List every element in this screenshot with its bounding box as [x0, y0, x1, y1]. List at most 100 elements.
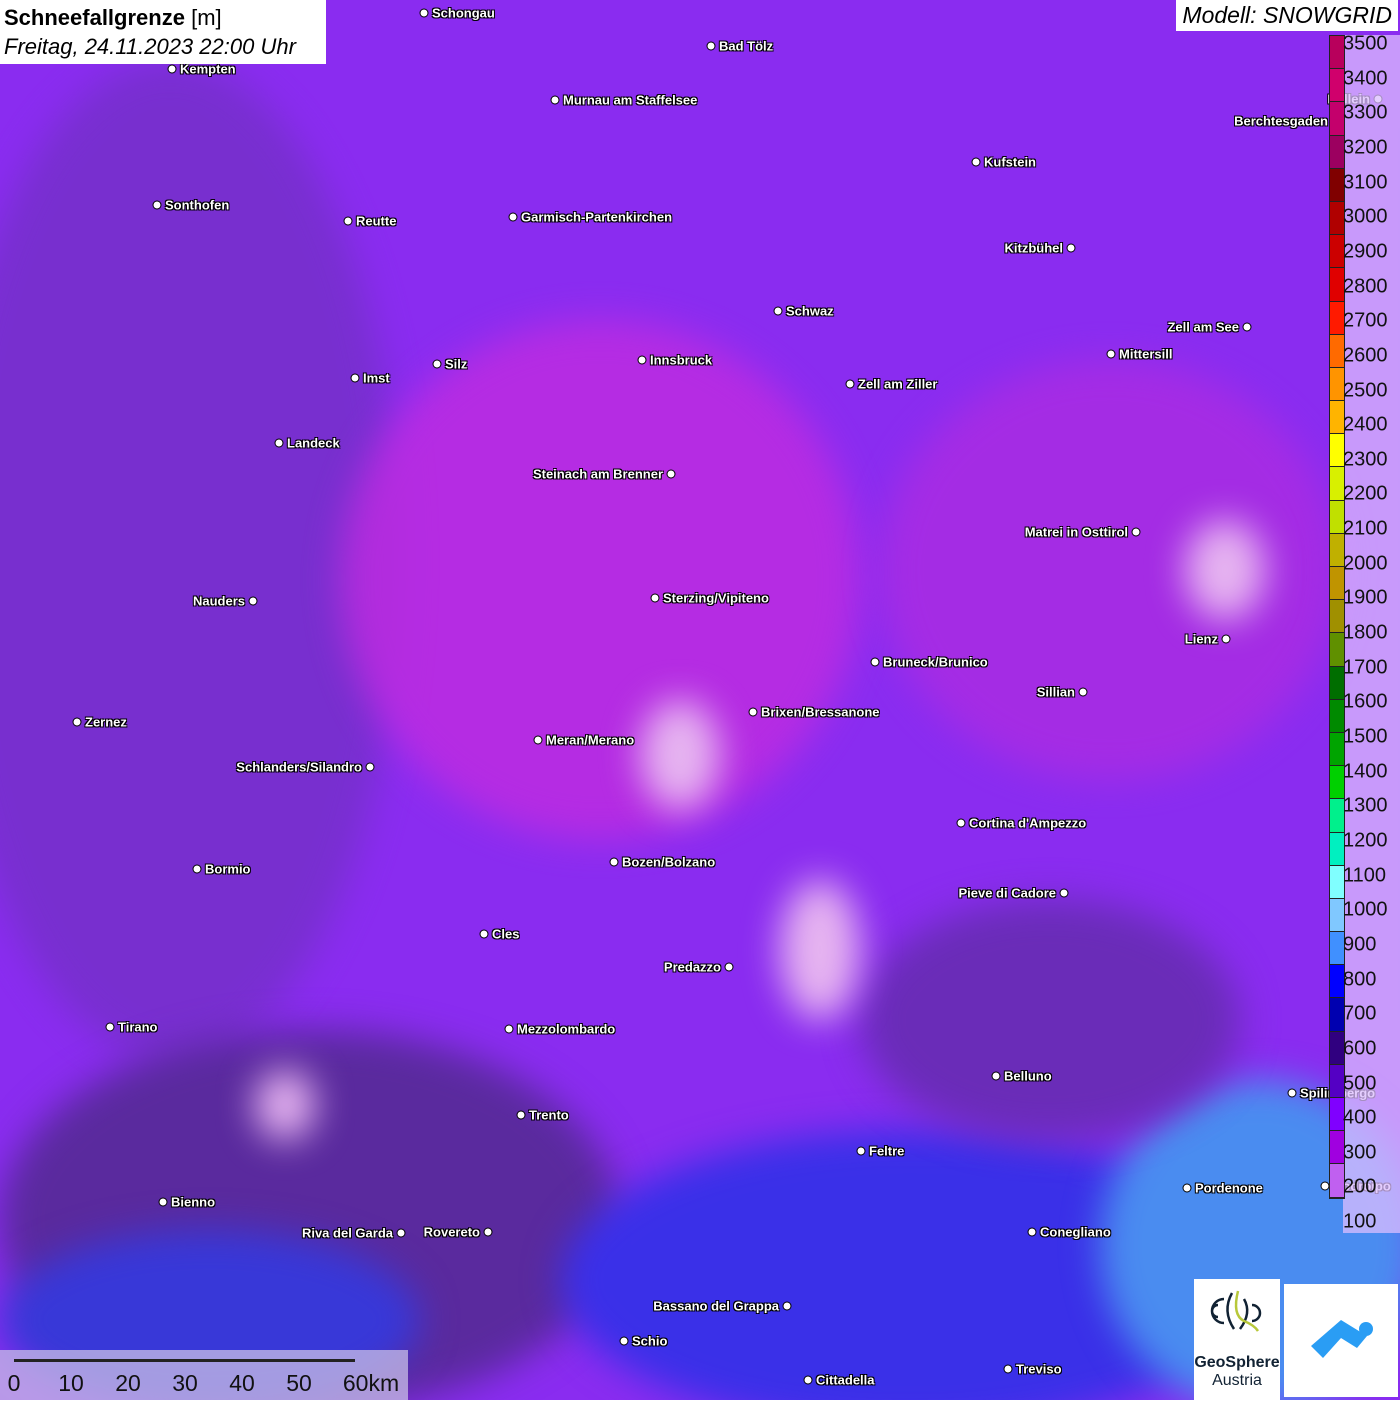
city-marker: [1287, 1088, 1297, 1098]
city-marker: [724, 962, 734, 972]
city-label: Bienno: [171, 1194, 216, 1210]
city-label: Belluno: [1004, 1068, 1052, 1084]
legend-swatch: [1330, 799, 1344, 833]
city-marker: [248, 596, 258, 606]
city-label: Garmisch-Partenkirchen: [521, 209, 673, 225]
city-label: Cortina d'Ampezzo: [969, 815, 1087, 831]
city-marker: [1003, 1364, 1013, 1374]
city-marker: [971, 157, 981, 167]
city-marker: [550, 95, 560, 105]
city-label: Tirano: [118, 1019, 158, 1035]
city-marker: [72, 717, 82, 727]
legend-swatch: [1330, 168, 1344, 202]
scale-tick-label: 50: [286, 1370, 312, 1396]
legend-label: 1800: [1343, 621, 1388, 644]
map-area: [640, 700, 720, 810]
legend-label: 900: [1343, 933, 1377, 956]
city-label: Schlanders/Silandro: [236, 759, 362, 775]
legend-label: 1200: [1343, 829, 1388, 852]
city-label: Trento: [529, 1107, 569, 1123]
legend-label: 3400: [1343, 67, 1388, 90]
legend-label: 3300: [1343, 101, 1388, 124]
legend-swatch: [1330, 1098, 1344, 1132]
legend-label: 1600: [1343, 690, 1388, 713]
city-label: Murnau am Staffelsee: [563, 92, 698, 108]
geosphere-logo: GeoSphere Austria: [1194, 1279, 1280, 1400]
city-marker: [956, 818, 966, 828]
city-label: Innsbruck: [650, 352, 713, 368]
city-marker: [637, 355, 647, 365]
city-label: Kitzbühel: [1004, 240, 1064, 256]
legend-swatch: [1330, 401, 1344, 435]
legend-label: 2600: [1343, 344, 1388, 367]
city-label: Mittersill: [1119, 346, 1173, 362]
legend-label: 1400: [1343, 760, 1388, 783]
city-label: Mezzolombardo: [517, 1021, 616, 1037]
legend-label: 2700: [1343, 309, 1388, 332]
legend-swatch: [1330, 268, 1344, 302]
city-marker: [432, 359, 442, 369]
legend-label: 400: [1343, 1106, 1377, 1129]
map-title-box: Schneefallgrenze [m] Freitag, 24.11.2023…: [0, 0, 326, 64]
datetime: Freitag, 24.11.2023 22:00 Uhr: [4, 34, 296, 59]
city-marker: [533, 735, 543, 745]
city-label: Zernez: [85, 714, 127, 730]
logo-text-2: Austria: [1212, 1372, 1262, 1389]
legend-swatch: [1330, 201, 1344, 236]
city-marker: [192, 864, 202, 874]
legend-label: 600: [1343, 1037, 1377, 1060]
city-marker: [706, 41, 716, 51]
city-label: Feltre: [869, 1143, 905, 1159]
legend-label: 2500: [1343, 379, 1388, 401]
city-label: Lienz: [1184, 631, 1218, 647]
city-label: Bozen/Bolzano: [622, 854, 716, 870]
legend-swatch: [1330, 36, 1344, 70]
city-marker: [845, 379, 855, 389]
city-label: Sillian: [1036, 684, 1075, 700]
legend-label: 300: [1343, 1141, 1377, 1164]
legend-label: 1900: [1343, 586, 1388, 609]
city-marker: [619, 1336, 629, 1346]
legend-label: 200: [1343, 1175, 1377, 1198]
city-marker: [1027, 1227, 1037, 1237]
city-label: Predazzo: [663, 959, 721, 975]
city-marker: [1059, 888, 1069, 898]
legend-swatch: [1330, 699, 1344, 733]
city-marker: [1106, 349, 1116, 359]
city-label: Reutte: [356, 213, 397, 229]
city-marker: [650, 593, 660, 603]
scale-tick-label: 20: [115, 1370, 141, 1396]
city-marker: [274, 438, 284, 448]
map-area: [780, 880, 860, 1020]
map-area: [340, 320, 860, 840]
legend-swatch: [1330, 1131, 1344, 1165]
legend-swatch: [1330, 666, 1344, 700]
legend-swatch: [1330, 732, 1344, 767]
legend-swatch: [1330, 600, 1344, 634]
legend-label: 1000: [1343, 898, 1388, 921]
city-marker: [343, 216, 353, 226]
city-label: Bassano del Grappa: [653, 1298, 779, 1314]
legend-swatch: [1330, 1031, 1344, 1065]
legend-swatch: [1330, 1064, 1344, 1098]
legend-swatch: [1330, 766, 1344, 800]
legend-label: 2800: [1343, 275, 1388, 298]
geosphere-icon: [1210, 1290, 1262, 1332]
city-marker: [856, 1146, 866, 1156]
legend-swatch: [1330, 1164, 1344, 1198]
legend-swatch: [1330, 633, 1344, 667]
city-label: Schongau: [432, 5, 495, 21]
city-marker: [167, 64, 177, 74]
map-area: [255, 1070, 315, 1140]
city-label: Pordenone: [1195, 1180, 1263, 1196]
legend-label: 1500: [1343, 725, 1388, 748]
city-label: Bad Tölz: [719, 38, 774, 54]
legend-label: 2100: [1343, 517, 1388, 540]
legend-label: 1700: [1343, 656, 1388, 679]
city-marker: [748, 707, 758, 717]
city-marker: [1242, 322, 1252, 332]
mountain-logo-icon: [1311, 1320, 1373, 1358]
city-label: Bruneck/Brunico: [883, 654, 988, 670]
city-marker: [1066, 243, 1076, 253]
city-marker: [504, 1024, 514, 1034]
